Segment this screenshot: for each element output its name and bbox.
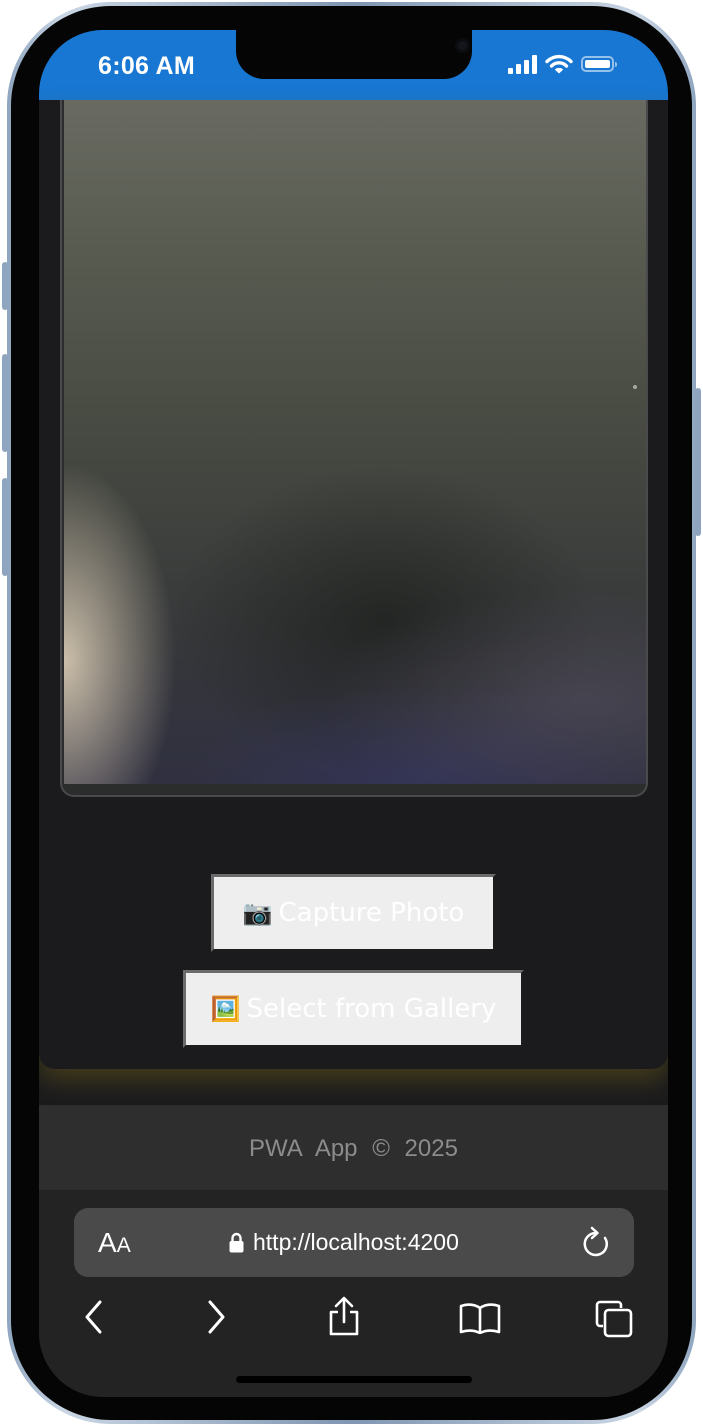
reload-icon[interactable] bbox=[580, 1226, 612, 1260]
battery-fill bbox=[585, 60, 610, 68]
picture-icon: 🖼️ bbox=[210, 995, 241, 1023]
wifi-icon bbox=[545, 54, 573, 74]
footer-copyright: PWA App © 2025 bbox=[249, 1135, 458, 1162]
camera-icon: 📷 bbox=[242, 899, 273, 927]
volume-up-button bbox=[2, 354, 8, 452]
status-icons bbox=[508, 54, 617, 74]
camera-card: 📷 Capture Photo 🖼️ Select from Gallery bbox=[39, 100, 668, 1069]
silent-switch bbox=[2, 262, 8, 310]
preview-speck bbox=[633, 385, 637, 389]
cellular-signal-icon bbox=[508, 54, 537, 74]
forward-icon[interactable] bbox=[205, 1300, 227, 1334]
phone-screen: 6:06 AM 📷 Capture Photo 🖼️ Select from G… bbox=[39, 30, 668, 1397]
text-size-button[interactable]: AA bbox=[98, 1227, 131, 1259]
tabs-icon[interactable] bbox=[595, 1300, 633, 1338]
lock-icon bbox=[229, 1232, 244, 1253]
bookmarks-icon[interactable] bbox=[459, 1302, 501, 1334]
battery-icon bbox=[581, 56, 617, 72]
camera-notch bbox=[236, 30, 472, 79]
camera-preview-frame bbox=[60, 100, 648, 797]
back-icon[interactable] bbox=[83, 1300, 105, 1334]
capture-photo-button[interactable]: 📷 Capture Photo bbox=[211, 874, 496, 952]
power-button bbox=[695, 388, 701, 536]
browser-chrome: AA http://localhost:4200 bbox=[39, 1190, 668, 1397]
capture-photo-label: Capture Photo bbox=[278, 898, 465, 928]
front-camera-icon bbox=[455, 38, 470, 53]
status-time: 6:06 AM bbox=[98, 52, 196, 80]
app-footer: PWA App © 2025 bbox=[39, 1105, 668, 1190]
url-display[interactable]: http://localhost:4200 bbox=[229, 1229, 459, 1256]
address-bar[interactable]: AA http://localhost:4200 bbox=[74, 1208, 634, 1277]
select-from-gallery-label: Select from Gallery bbox=[246, 994, 497, 1024]
home-indicator[interactable] bbox=[236, 1376, 472, 1383]
camera-preview[interactable] bbox=[64, 100, 646, 784]
text-size-small-letter: A bbox=[116, 1234, 131, 1257]
url-text: http://localhost:4200 bbox=[253, 1229, 459, 1255]
text-size-large-letter: A bbox=[98, 1227, 117, 1258]
volume-down-button bbox=[2, 478, 8, 576]
share-icon[interactable] bbox=[327, 1296, 361, 1336]
select-from-gallery-button[interactable]: 🖼️ Select from Gallery bbox=[183, 970, 524, 1048]
